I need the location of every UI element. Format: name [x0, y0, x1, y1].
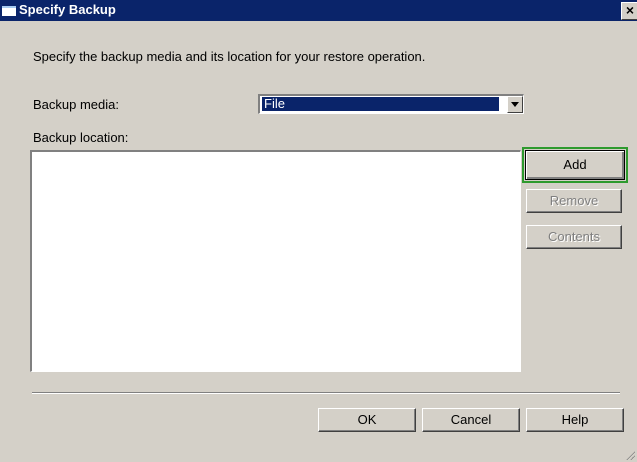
remove-button[interactable]: Remove — [526, 189, 622, 213]
window-title: Specify Backup — [19, 2, 116, 17]
backup-media-select[interactable]: File — [258, 94, 524, 114]
close-button[interactable]: × — [621, 2, 637, 20]
dropdown-button[interactable] — [507, 96, 523, 113]
contents-button[interactable]: Contents — [526, 225, 622, 249]
separator — [32, 392, 620, 394]
resize-grip-icon[interactable] — [625, 450, 635, 460]
add-button[interactable]: Add — [525, 150, 625, 180]
description-text: Specify the backup media and its locatio… — [33, 49, 426, 64]
title-bar: Specify Backup × — [0, 0, 637, 21]
backup-media-value: File — [261, 96, 500, 112]
chevron-down-icon — [511, 102, 519, 107]
help-button[interactable]: Help — [526, 408, 624, 432]
ok-button[interactable]: OK — [318, 408, 416, 432]
backup-location-list[interactable] — [30, 150, 521, 372]
backup-location-label: Backup location: — [33, 130, 129, 145]
window-icon — [2, 6, 16, 16]
backup-media-label: Backup media: — [33, 97, 119, 112]
cancel-button[interactable]: Cancel — [422, 408, 520, 432]
